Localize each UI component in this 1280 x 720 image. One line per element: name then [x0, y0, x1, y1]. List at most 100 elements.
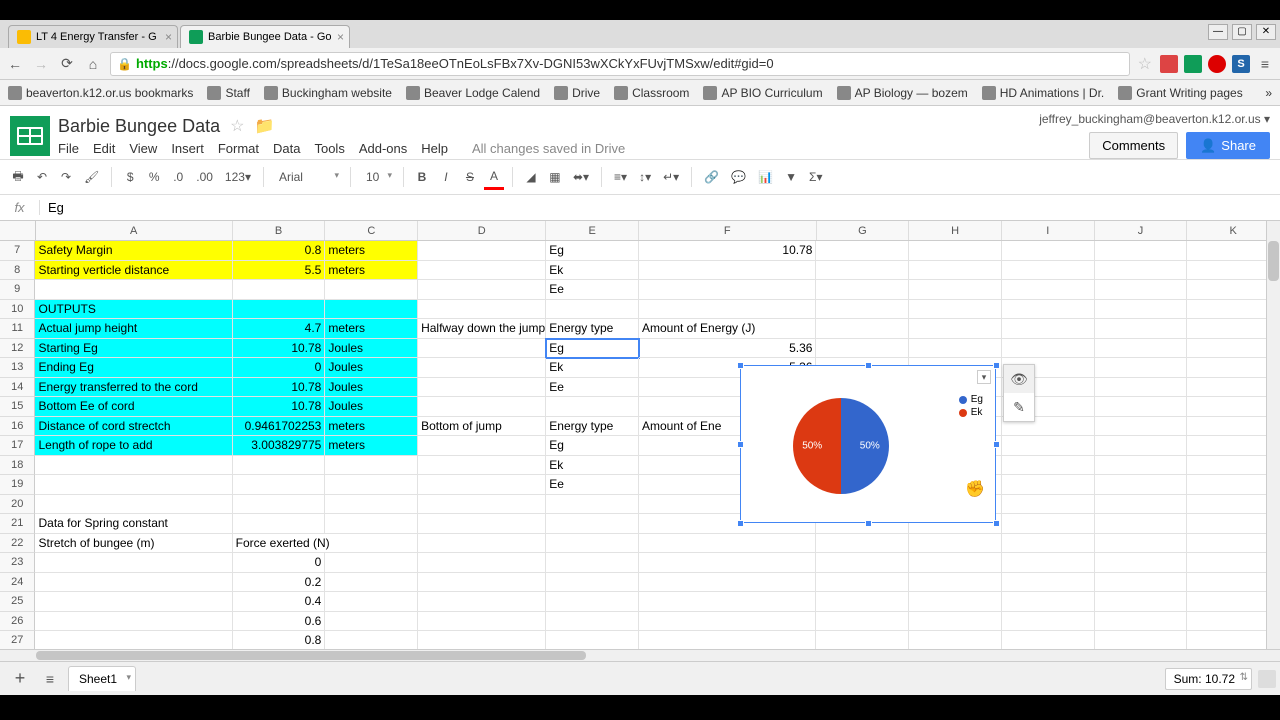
- menu-edit[interactable]: Edit: [93, 141, 115, 156]
- cell[interactable]: [639, 553, 816, 573]
- row-header[interactable]: 23: [0, 553, 35, 573]
- row-header[interactable]: 25: [0, 592, 35, 612]
- close-window-button[interactable]: ✕: [1256, 24, 1276, 40]
- cell[interactable]: Safety Margin: [35, 241, 232, 261]
- row-header[interactable]: 14: [0, 378, 35, 398]
- cell[interactable]: 0.6: [233, 612, 326, 632]
- cell[interactable]: Energy type: [546, 417, 639, 437]
- cell[interactable]: [1095, 261, 1188, 281]
- cell[interactable]: [639, 631, 816, 649]
- cell[interactable]: [35, 573, 232, 593]
- back-button[interactable]: ←: [6, 55, 24, 73]
- cell[interactable]: [639, 612, 816, 632]
- filter-button[interactable]: ▼: [781, 166, 801, 188]
- cell[interactable]: [816, 534, 909, 554]
- add-sheet-button[interactable]: +: [8, 668, 32, 689]
- cell[interactable]: [639, 280, 816, 300]
- cell[interactable]: [1002, 339, 1095, 359]
- cell[interactable]: [639, 534, 816, 554]
- cell[interactable]: Halfway down the jump: [418, 319, 546, 339]
- row-header[interactable]: 7: [0, 241, 35, 261]
- menu-add-ons[interactable]: Add-ons: [359, 141, 407, 156]
- scroll-thumb[interactable]: [36, 651, 586, 660]
- cell[interactable]: [1095, 417, 1188, 437]
- bookmark-item[interactable]: AP Biology — bozem: [837, 86, 968, 100]
- cell[interactable]: [1002, 534, 1095, 554]
- user-email[interactable]: jeffrey_buckingham@beaverton.k12.or.us ▾: [1039, 112, 1270, 126]
- text-color-button[interactable]: A: [484, 165, 504, 190]
- cell[interactable]: [35, 495, 232, 515]
- column-header[interactable]: G: [817, 221, 910, 240]
- cell[interactable]: [546, 631, 639, 649]
- cell[interactable]: [1002, 573, 1095, 593]
- cell[interactable]: [325, 573, 418, 593]
- cell[interactable]: Starting Eg: [35, 339, 232, 359]
- cell[interactable]: [1002, 631, 1095, 649]
- row-header[interactable]: 24: [0, 573, 35, 593]
- close-icon[interactable]: ×: [165, 30, 172, 44]
- bookmark-item[interactable]: Beaver Lodge Calend: [406, 86, 540, 100]
- cell[interactable]: [418, 592, 546, 612]
- cell[interactable]: 10.78: [233, 339, 326, 359]
- cell[interactable]: [35, 456, 232, 476]
- cell[interactable]: [418, 495, 546, 515]
- cell[interactable]: [1095, 573, 1188, 593]
- row-header[interactable]: 11: [0, 319, 35, 339]
- sheet-tab[interactable]: Sheet1: [68, 666, 136, 691]
- cell[interactable]: [816, 261, 909, 281]
- increase-decimal-button[interactable]: .00: [192, 166, 217, 188]
- cell[interactable]: [418, 612, 546, 632]
- bookmark-item[interactable]: HD Animations | Dr.: [982, 86, 1104, 100]
- cell[interactable]: 0: [233, 553, 326, 573]
- cell[interactable]: meters: [325, 417, 418, 437]
- comment-button[interactable]: 💬: [727, 166, 750, 188]
- cell[interactable]: 0.2: [233, 573, 326, 593]
- cell[interactable]: 10.78: [233, 397, 326, 417]
- cell[interactable]: 5.5: [233, 261, 326, 281]
- column-header[interactable]: C: [325, 221, 418, 240]
- cell[interactable]: [546, 612, 639, 632]
- cell[interactable]: [1095, 378, 1188, 398]
- cell[interactable]: Joules: [325, 397, 418, 417]
- cell[interactable]: [233, 456, 326, 476]
- cell[interactable]: 10.78: [233, 378, 326, 398]
- scroll-thumb[interactable]: [1268, 241, 1279, 281]
- cell[interactable]: [909, 612, 1002, 632]
- cell[interactable]: [418, 241, 546, 261]
- row-header[interactable]: 27: [0, 631, 35, 649]
- cell[interactable]: Data for Spring constant: [35, 514, 232, 534]
- star-icon[interactable]: ☆: [230, 116, 244, 136]
- cell[interactable]: 0.4: [233, 592, 326, 612]
- cell[interactable]: Ee: [546, 280, 639, 300]
- cell[interactable]: Ek: [546, 456, 639, 476]
- undo-button[interactable]: ↶: [32, 166, 52, 188]
- cell[interactable]: 0.8: [233, 241, 326, 261]
- cell[interactable]: [1002, 514, 1095, 534]
- cell[interactable]: [35, 553, 232, 573]
- cell[interactable]: [909, 339, 1002, 359]
- cell[interactable]: [1095, 241, 1188, 261]
- cell[interactable]: [639, 261, 816, 281]
- cell[interactable]: [909, 241, 1002, 261]
- cell[interactable]: [35, 280, 232, 300]
- cell[interactable]: Amount of Energy (J): [639, 319, 816, 339]
- cell[interactable]: [546, 534, 639, 554]
- cell[interactable]: [233, 475, 326, 495]
- drive-ext-icon[interactable]: [1184, 55, 1202, 73]
- bookmark-item[interactable]: Buckingham website: [264, 86, 392, 100]
- print-button[interactable]: 🖶: [8, 163, 28, 192]
- column-header[interactable]: F: [639, 221, 817, 240]
- cell[interactable]: Ending Eg: [35, 358, 232, 378]
- cell[interactable]: Energy transferred to the cord: [35, 378, 232, 398]
- cell[interactable]: [1002, 475, 1095, 495]
- bold-button[interactable]: B: [412, 166, 432, 188]
- cell[interactable]: [418, 378, 546, 398]
- paint-format-button[interactable]: 🖌: [80, 166, 103, 188]
- cell[interactable]: [418, 397, 546, 417]
- cell[interactable]: [418, 475, 546, 495]
- cell[interactable]: [1095, 514, 1188, 534]
- row-header[interactable]: 20: [0, 495, 35, 515]
- cell[interactable]: [816, 553, 909, 573]
- cell[interactable]: [35, 612, 232, 632]
- menu-help[interactable]: Help: [421, 141, 448, 156]
